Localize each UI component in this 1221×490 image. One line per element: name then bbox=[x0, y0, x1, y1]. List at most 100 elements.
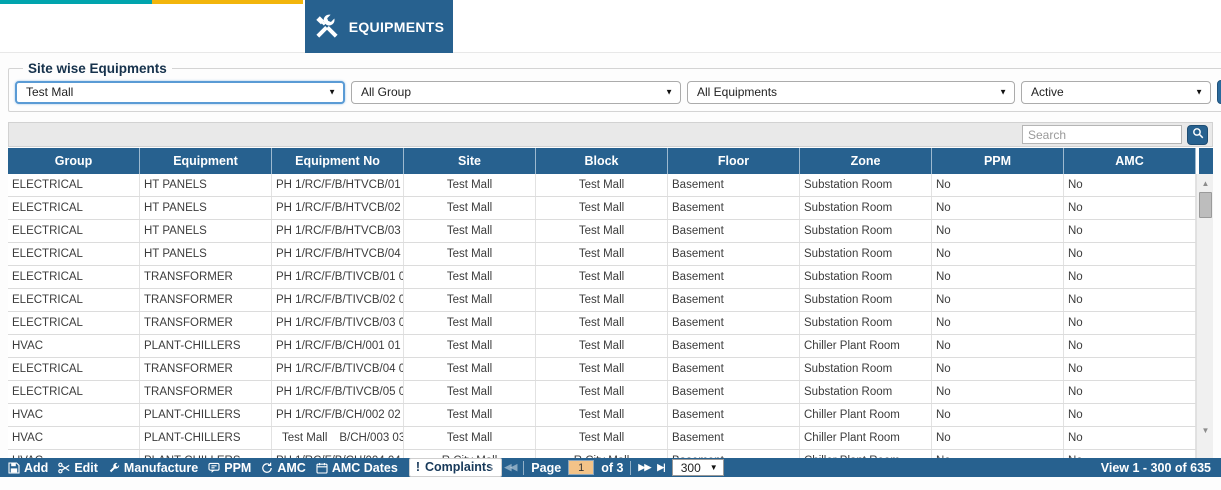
cell-block: Test Mall bbox=[536, 427, 668, 449]
cell-site: Test Mall bbox=[404, 220, 536, 242]
column-header-equipment[interactable]: Equipment bbox=[140, 148, 272, 174]
cell-amc: No bbox=[1064, 335, 1196, 357]
column-header-ppm[interactable]: PPM bbox=[932, 148, 1064, 174]
scroll-down-icon[interactable]: ▼ bbox=[1197, 423, 1214, 438]
edit-button[interactable]: Edit bbox=[55, 461, 101, 475]
manufacture-button[interactable]: Manufacture bbox=[105, 461, 201, 475]
last-page-icon[interactable]: ▶| bbox=[657, 462, 664, 473]
table-row[interactable]: ELECTRICALTRANSFORMERPH 1/RC/F/B/TIVCB/0… bbox=[8, 358, 1213, 381]
pagination-divider bbox=[523, 461, 524, 475]
table-row[interactable]: ELECTRICALTRANSFORMERPH 1/RC/F/B/TIVCB/0… bbox=[8, 312, 1213, 335]
cell-block: Test Mall bbox=[536, 404, 668, 426]
table-row[interactable]: ELECTRICALTRANSFORMERPH 1/RC/F/B/TIVCB/0… bbox=[8, 381, 1213, 404]
cell-floor: Basement bbox=[668, 266, 800, 288]
status-select-value: Active bbox=[1031, 85, 1064, 99]
cell-group: HVAC bbox=[8, 404, 140, 426]
column-header-block[interactable]: Block bbox=[536, 148, 668, 174]
cell-ppm: No bbox=[932, 266, 1064, 288]
cell-zone: Substation Room bbox=[800, 266, 932, 288]
column-header-floor[interactable]: Floor bbox=[668, 148, 800, 174]
cell-amc: No bbox=[1064, 427, 1196, 449]
cell-ppm: No bbox=[932, 174, 1064, 196]
panel-legend: Site wise Equipments bbox=[23, 61, 172, 76]
view-button[interactable]: V bbox=[1217, 80, 1221, 104]
footer-button-label: Edit bbox=[74, 461, 98, 475]
column-header-equipment-no[interactable]: Equipment No bbox=[272, 148, 404, 174]
vertical-scrollbar[interactable]: ▲ ▼ bbox=[1196, 174, 1213, 458]
top-tab-bar: EQUIPMENTS bbox=[0, 0, 1221, 53]
column-header-group[interactable]: Group bbox=[8, 148, 140, 174]
cell-zone: Substation Room bbox=[800, 358, 932, 380]
refresh-hand-icon bbox=[261, 462, 273, 474]
cell-zone: Substation Room bbox=[800, 381, 932, 403]
grid-footer-bar: Add Edit Manufacture PPM AMC AMC Dates !Compla… bbox=[0, 458, 1221, 477]
stripe-teal bbox=[0, 0, 152, 4]
cell-equipment-no: PH 1/RC/F/B/TIVCB/01 01 bbox=[272, 266, 404, 288]
amc-button[interactable]: AMC bbox=[258, 461, 308, 475]
chevron-down-icon: ▼ bbox=[665, 88, 673, 97]
table-row[interactable]: HVACPLANT-CHILLERSPH 1/RC/F/B/CH/001 01T… bbox=[8, 335, 1213, 358]
table-row[interactable]: ELECTRICALHT PANELSPH 1/RC/F/B/HTVCB/04 … bbox=[8, 243, 1213, 266]
cell-equipment-no: PH 1/RC/F/B/HTVCB/02 0 bbox=[272, 197, 404, 219]
ppm-button[interactable]: PPM bbox=[205, 461, 254, 475]
table-header-row: Group Equipment Equipment No Site Block … bbox=[8, 148, 1213, 174]
cell-equipment: PLANT-CHILLERS bbox=[140, 335, 272, 357]
site-select[interactable]: Test Mall ▼ bbox=[15, 81, 345, 104]
cell-ppm: No bbox=[932, 243, 1064, 265]
status-select[interactable]: Active ▼ bbox=[1021, 81, 1211, 104]
cell-equipment-no: PH 1/RC/F/B/TIVCB/03 03 bbox=[272, 312, 404, 334]
table-row[interactable]: HVACPLANT-CHILLERSTest MallB/CH/003 03Te… bbox=[8, 427, 1213, 450]
cell-site: Test Mall bbox=[404, 335, 536, 357]
cell-floor: Basement bbox=[668, 289, 800, 311]
cell-site: Test Mall bbox=[404, 266, 536, 288]
tab-equipments[interactable]: EQUIPMENTS bbox=[305, 0, 453, 53]
table-row[interactable]: ELECTRICALHT PANELSPH 1/RC/F/B/HTVCB/02 … bbox=[8, 197, 1213, 220]
next-page-icon[interactable]: ▶▶ bbox=[638, 462, 650, 473]
scroll-up-icon[interactable]: ▲ bbox=[1197, 176, 1214, 191]
search-icon bbox=[1192, 127, 1204, 142]
equipment-select[interactable]: All Equipments ▼ bbox=[687, 81, 1015, 104]
footer-button-label: AMC Dates bbox=[332, 461, 398, 475]
column-header-zone[interactable]: Zone bbox=[800, 148, 932, 174]
table-row[interactable]: ELECTRICALHT PANELSPH 1/RC/F/B/HTVCB/01 … bbox=[8, 174, 1213, 197]
column-header-site[interactable]: Site bbox=[404, 148, 536, 174]
column-header-amc[interactable]: AMC bbox=[1064, 148, 1196, 174]
cell-ppm: No bbox=[932, 220, 1064, 242]
cell-group: HVAC bbox=[8, 335, 140, 357]
table-row[interactable]: ELECTRICALTRANSFORMERPH 1/RC/F/B/TIVCB/0… bbox=[8, 266, 1213, 289]
cell-equipment-no: PH 1/RC/F/B/CH/001 01 bbox=[272, 335, 404, 357]
scissors-icon bbox=[58, 462, 70, 474]
group-select[interactable]: All Group ▼ bbox=[351, 81, 681, 104]
chat-icon bbox=[208, 462, 220, 474]
cell-amc: No bbox=[1064, 381, 1196, 403]
cell-ppm: No bbox=[932, 197, 1064, 219]
cell-floor: Basement bbox=[668, 358, 800, 380]
cell-group: ELECTRICAL bbox=[8, 197, 140, 219]
prev-page-icon[interactable]: ◀◀ bbox=[504, 462, 516, 473]
table-row[interactable]: ELECTRICALHT PANELSPH 1/RC/F/B/HTVCB/03 … bbox=[8, 220, 1213, 243]
cell-amc: No bbox=[1064, 358, 1196, 380]
cell-zone: Substation Room bbox=[800, 243, 932, 265]
cell-amc: No bbox=[1064, 197, 1196, 219]
first-page-icon[interactable]: |◀ bbox=[490, 462, 497, 473]
tab-label: EQUIPMENTS bbox=[349, 19, 445, 35]
amc-dates-button[interactable]: AMC Dates bbox=[313, 461, 401, 475]
page-size-select[interactable]: 300 ▼ bbox=[672, 459, 724, 476]
footer-button-label: AMC bbox=[277, 461, 305, 475]
cell-group: ELECTRICAL bbox=[8, 312, 140, 334]
cell-site: Test Mall bbox=[404, 427, 536, 449]
scrollbar-thumb[interactable] bbox=[1199, 192, 1212, 218]
add-button[interactable]: Add bbox=[5, 461, 51, 475]
table-row[interactable]: ELECTRICALTRANSFORMERPH 1/RC/F/B/TIVCB/0… bbox=[8, 289, 1213, 312]
search-button[interactable] bbox=[1187, 125, 1208, 145]
search-input[interactable] bbox=[1022, 125, 1182, 144]
table-row[interactable]: HVACPLANT-CHILLERSPH 1/RC/F/B/CH/002 02T… bbox=[8, 404, 1213, 427]
cell-block: Test Mall bbox=[536, 335, 668, 357]
cell-equipment: PLANT-CHILLERS bbox=[140, 404, 272, 426]
page-label: Page bbox=[531, 461, 561, 475]
page-number-input[interactable] bbox=[568, 460, 594, 475]
complaints-button[interactable]: !Complaints bbox=[409, 458, 502, 477]
cell-site: Test Mall bbox=[404, 404, 536, 426]
cell-equipment-no: Test MallB/CH/003 03 bbox=[272, 427, 404, 449]
cell-zone: Substation Room bbox=[800, 312, 932, 334]
